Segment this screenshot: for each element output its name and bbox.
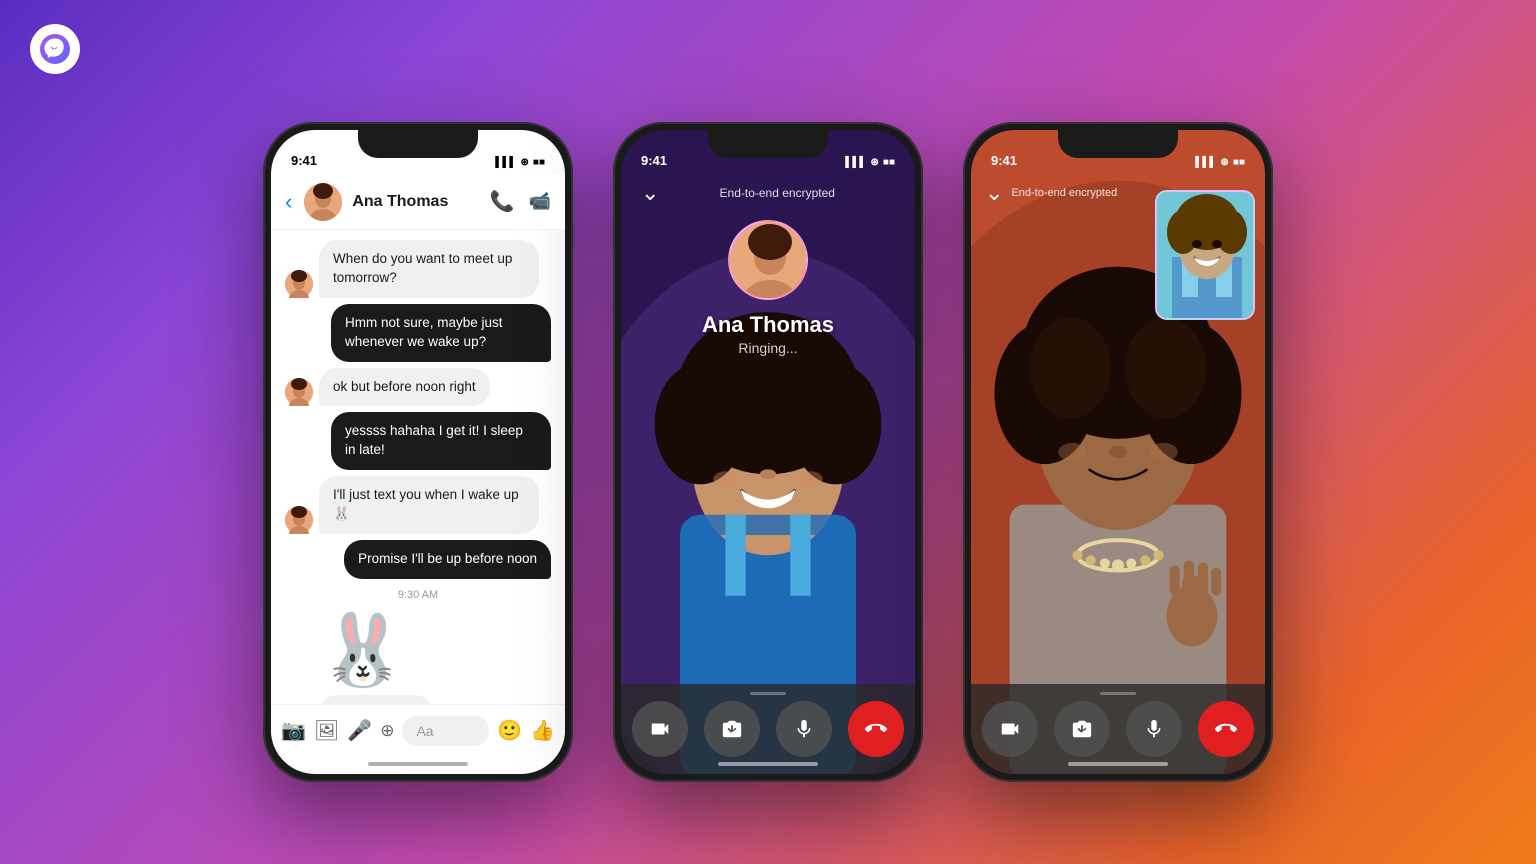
caller-name: Ana Thomas [621,312,915,338]
home-indicator-phone3 [1068,762,1168,766]
home-indicator-phone2 [718,762,818,766]
bubble-outgoing: Promise I'll be up before noon [344,540,551,579]
status-time-phone2: 9:41 [641,153,667,168]
mic-icon[interactable]: 🎤 [347,718,372,743]
chevron-down-icon[interactable]: ⌄ [641,180,659,206]
call-controls-bar [621,684,915,774]
msg-row: I'll just text you when I wake up 🐰 [285,476,551,534]
end-call-button-3[interactable] [1198,701,1254,757]
avatar-small [285,378,313,406]
camera-icon[interactable]: 📷 [281,718,306,743]
encrypted-label-3: End-to-end encrypted [1011,187,1117,199]
chat-input-bar: 📷 🖼 🎤 ⊕ Aa 🙂 👍 [271,704,565,756]
pip-thumbnail[interactable] [1155,190,1255,320]
mute-button-3[interactable] [1126,701,1182,757]
bubble-incoming: When do you want to meet up tomorrow? [319,240,539,298]
mute-button[interactable] [776,701,832,757]
phone-chat: 9:41 ▌▌▌ ⊛ ■■ ‹ Ana Th [263,122,573,782]
phones-wrapper: 9:41 ▌▌▌ ⊛ ■■ ‹ Ana Th [0,80,1536,824]
notch-phone3 [1058,130,1178,158]
phone-active-call: 9:41 ▌▌▌ ⊛ ■■ [963,122,1273,782]
image-icon[interactable]: 🖼 [314,718,339,743]
whatsapp-icon[interactable]: ⊕ [380,721,394,741]
home-indicator-phone1 [368,762,468,766]
camera-flip-button[interactable] [704,701,760,757]
notch-phone2 [708,130,828,158]
sticker-area: 🐰 [319,615,551,685]
call-header: ⌄ End-to-end encrypted [621,180,915,206]
message-timestamp: 9:30 AM [285,589,551,601]
chat-actions: 📞 📹 [490,189,551,214]
video-call-icon[interactable]: 📹 [529,191,551,212]
bubble-outgoing: yessss hahaha I get it! I sleep in late! [331,412,551,470]
back-button[interactable]: ‹ [285,189,292,215]
drag-handle-3 [1100,692,1136,695]
notch-phone1 [358,130,478,158]
phone-incoming-call: 9:41 ▌▌▌ ⊛ ■■ [613,122,923,782]
sticker-bunny: 🐰 [319,615,406,685]
voice-call-icon[interactable]: 📞 [490,189,515,214]
message-input[interactable]: Aa [402,716,489,746]
bubble-incoming: ok but before noon right [319,368,490,407]
drag-handle [750,692,786,695]
chevron-down-icon-3[interactable]: ⌄ [985,180,1003,206]
chat-header: ‹ Ana Thomas 📞 📹 [271,174,565,230]
video-toggle-button[interactable] [632,701,688,757]
contact-name: Ana Thomas [352,193,479,211]
msg-row: Hmm not sure, maybe just whenever we wak… [285,304,551,362]
video3-controls-bar [971,684,1265,774]
status-time-phone1: 9:41 [291,153,317,168]
messenger-logo [30,24,80,74]
caller-status: Ringing... [621,340,915,356]
bubble-incoming: I'll just text you when I wake up 🐰 [319,476,539,534]
avatar-small [285,506,313,534]
status-icons-phone1: ▌▌▌ ⊛ ■■ [495,157,545,168]
caller-thumbnail [728,220,808,300]
status-time-phone3: 9:41 [991,153,1017,168]
avatar-small [285,270,313,298]
video-toggle-button-3[interactable] [982,701,1038,757]
msg-row: ok but before noon right [285,368,551,407]
video3-header: ⌄ End-to-end encrypted [971,180,1155,206]
msg-row: Promise I'll be up before noon [285,540,551,579]
end-call-button[interactable] [848,701,904,757]
camera-flip-button-3[interactable] [1054,701,1110,757]
thumbs-up-icon[interactable]: 👍 [530,718,555,743]
msg-row: When do you want to meet up tomorrow? [285,240,551,298]
encrypted-label: End-to-end encrypted [659,186,895,200]
bubble-outgoing: Hmm not sure, maybe just whenever we wak… [331,304,551,362]
chat-messages: When do you want to meet up tomorrow? Hm… [271,230,565,714]
emoji-icon[interactable]: 🙂 [497,718,522,743]
contact-avatar [304,183,342,221]
msg-row: yessss hahaha I get it! I sleep in late! [285,412,551,470]
